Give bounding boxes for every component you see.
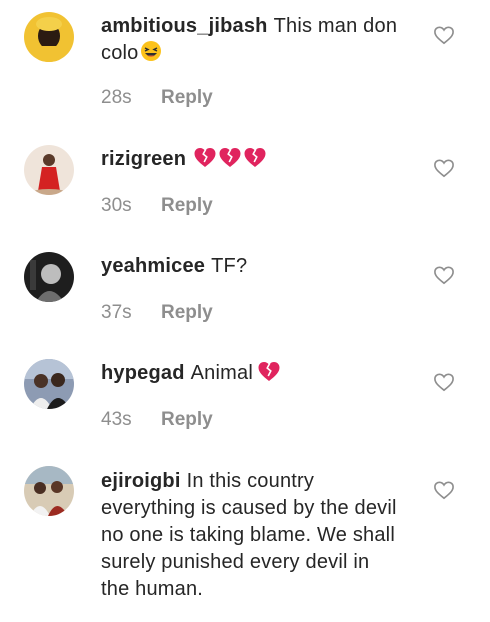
heart-icon[interactable]	[433, 480, 455, 500]
timestamp: 30s	[101, 195, 132, 216]
avatar[interactable]	[24, 12, 74, 62]
username[interactable]: hypegad	[101, 362, 185, 384]
username[interactable]: ejiroigbi	[101, 470, 181, 492]
reply-button[interactable]: Reply	[161, 195, 213, 216]
comment-body-line: everything is caused by the devil	[101, 497, 397, 519]
username[interactable]: ambitious_jibash	[101, 15, 268, 37]
reply-button[interactable]: Reply	[161, 409, 213, 430]
reply-button[interactable]: Reply	[161, 87, 213, 108]
comment-meta: 28s Reply	[101, 87, 213, 109]
comment-meta: 30s Reply	[101, 195, 213, 217]
avatar[interactable]	[24, 145, 74, 195]
broken-heart-icon	[243, 146, 267, 176]
timestamp: 37s	[101, 302, 132, 323]
heart-icon[interactable]	[433, 158, 455, 178]
comment-body-line: no one is taking blame. We shall	[101, 524, 395, 546]
timestamp: 28s	[101, 87, 132, 108]
comment-body: Animal	[190, 362, 253, 384]
comment-body-line: surely punished every devil in	[101, 551, 370, 573]
broken-heart-icon	[257, 360, 281, 390]
broken-heart-icon	[193, 146, 217, 176]
comment-text: yeahmicee TF?	[101, 253, 421, 280]
comment-body-line: the human.	[101, 578, 204, 600]
avatar[interactable]	[24, 252, 74, 302]
comment-meta: 43s Reply	[101, 409, 213, 431]
comment-text: hypegad Animal	[101, 360, 421, 390]
username[interactable]: rizigreen	[101, 148, 186, 170]
comment-body-line: In this country	[186, 470, 315, 492]
heart-icon[interactable]	[433, 265, 455, 285]
avatar[interactable]	[24, 466, 74, 516]
broken-heart-icon	[218, 146, 242, 176]
reply-button[interactable]: Reply	[161, 302, 213, 323]
avatar[interactable]	[24, 359, 74, 409]
comment-text: ejiroigbi In this country everything is ca…	[101, 468, 421, 603]
comment-meta: 37s Reply	[101, 302, 213, 324]
username[interactable]: yeahmicee	[101, 255, 205, 277]
laughing-face-icon	[140, 40, 162, 70]
comment-body: TF?	[211, 255, 248, 277]
timestamp: 43s	[101, 409, 132, 430]
comment-text: rizigreen	[101, 146, 421, 176]
heart-icon[interactable]	[433, 372, 455, 392]
heart-icon[interactable]	[433, 25, 455, 45]
comment-text: ambitious_jibash This man don colo	[101, 13, 421, 70]
